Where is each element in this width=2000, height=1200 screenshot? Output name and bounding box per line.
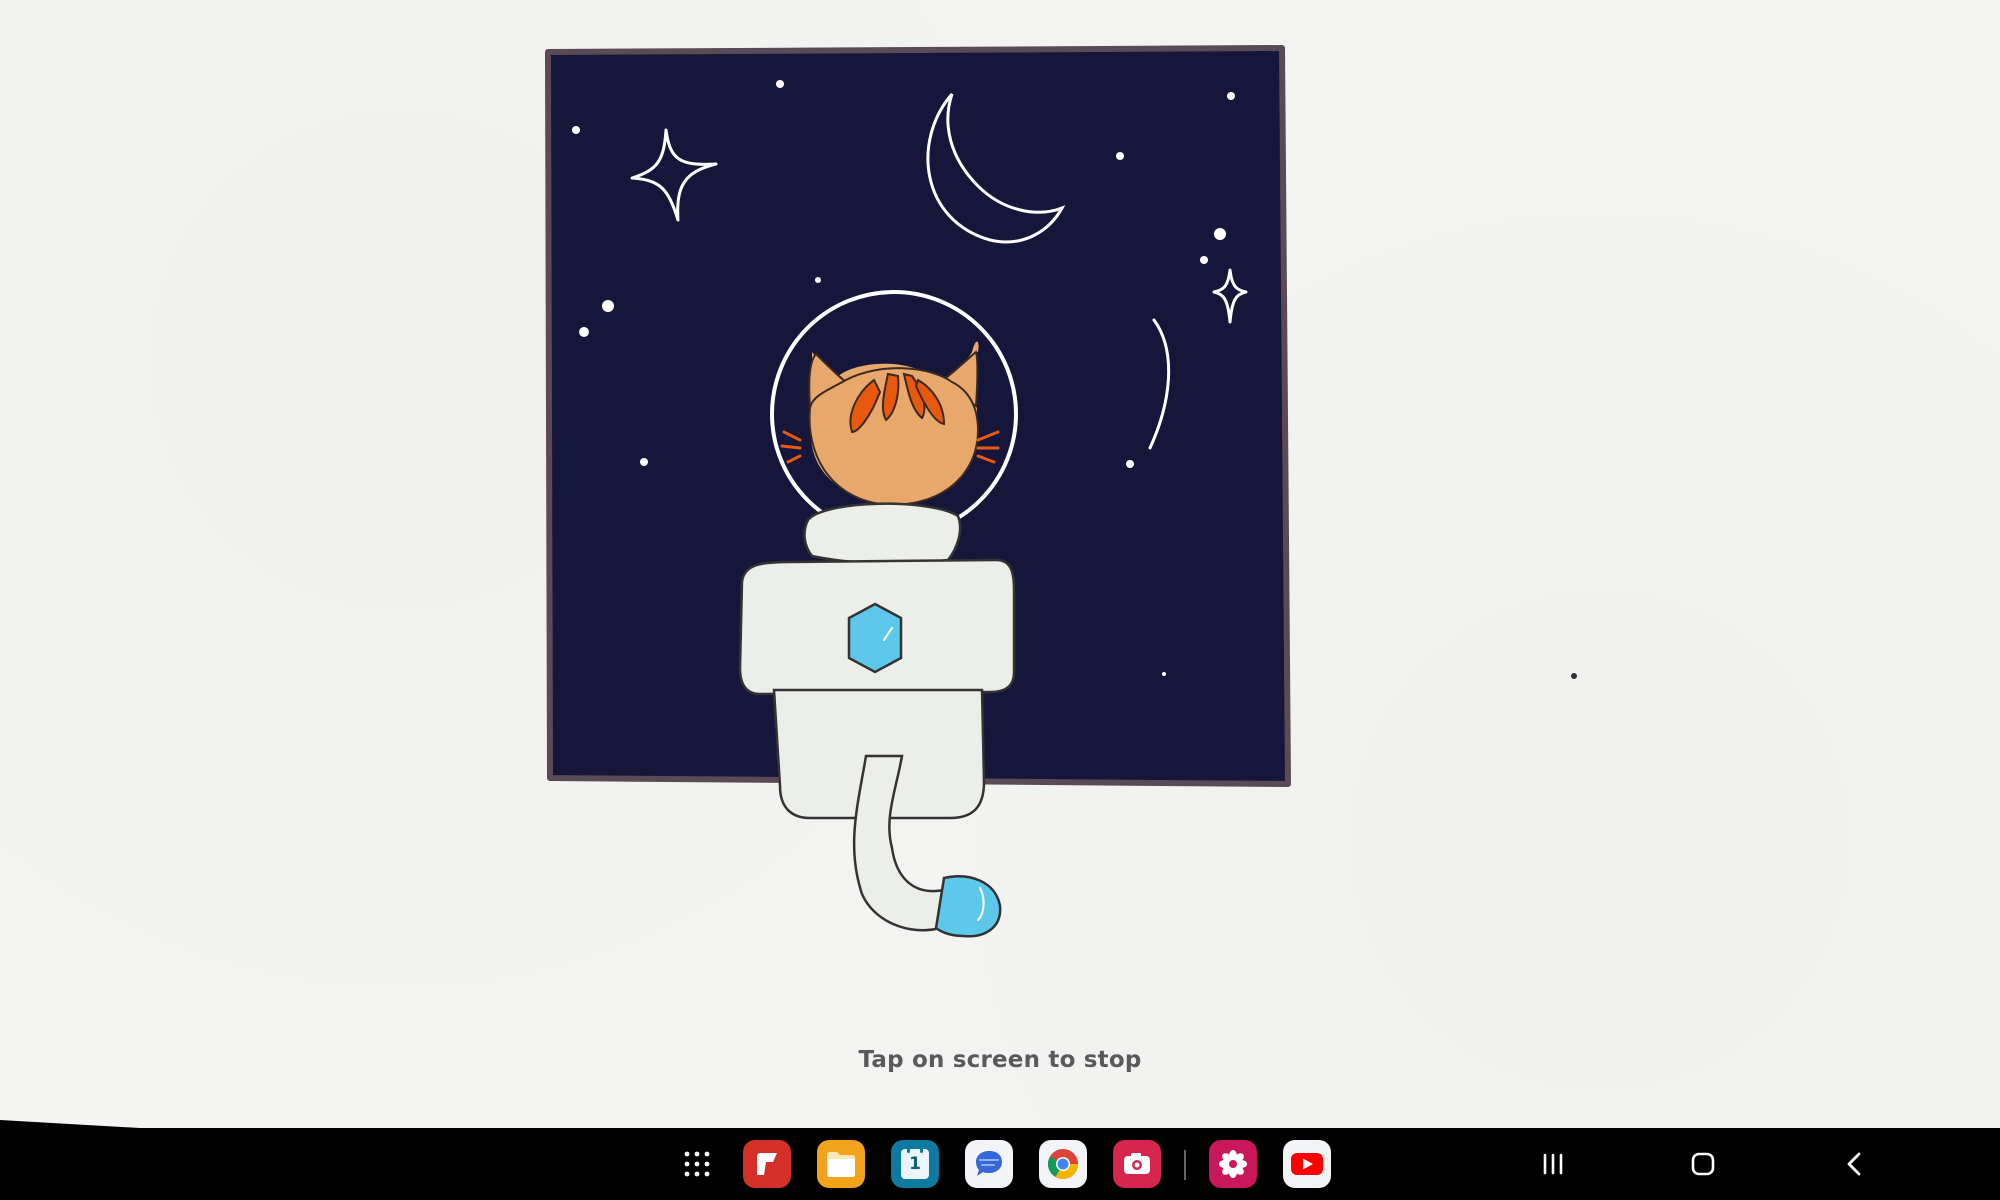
flipboard-icon [757, 1153, 777, 1175]
stray-dot [1571, 673, 1577, 679]
calendar-icon: 1 [901, 1146, 929, 1179]
chrome-icon [1047, 1149, 1078, 1180]
cat-tail-tip [934, 875, 1002, 938]
grid-icon [684, 1151, 710, 1177]
gallery-app-button[interactable] [1209, 1140, 1257, 1188]
youtube-icon [1291, 1153, 1323, 1175]
camera-icon [1124, 1153, 1150, 1174]
app-drawer-button[interactable] [673, 1140, 721, 1188]
chat-icon [976, 1151, 1002, 1176]
folder-icon [827, 1152, 855, 1177]
recents-button[interactable] [1529, 1140, 1577, 1188]
back-button[interactable] [1831, 1140, 1879, 1188]
my-files-app-button[interactable] [817, 1140, 865, 1188]
screen[interactable]: Tap on screen to stop 1 [0, 0, 2000, 1200]
suit-collar [803, 502, 962, 565]
back-icon [1847, 1152, 1861, 1176]
youtube-app-button[interactable] [1283, 1140, 1331, 1188]
home-icon [1691, 1152, 1715, 1176]
screen-recorder-app-button[interactable] [1113, 1140, 1161, 1188]
taskbar-divider [1184, 1150, 1186, 1180]
calendar-date: 1 [909, 1154, 921, 1174]
recents-icon [1543, 1153, 1563, 1175]
astronaut-cat-artwork [545, 45, 1577, 938]
hexagon-gem-icon [847, 602, 903, 674]
calendar-app-button[interactable]: 1 [891, 1140, 939, 1188]
flower-icon [1219, 1150, 1247, 1178]
home-button[interactable] [1679, 1140, 1727, 1188]
chrome-app-button[interactable] [1039, 1140, 1087, 1188]
flipboard-app-button[interactable] [743, 1140, 791, 1188]
messages-app-button[interactable] [965, 1140, 1013, 1188]
stop-hint-text: Tap on screen to stop [858, 1047, 1142, 1073]
